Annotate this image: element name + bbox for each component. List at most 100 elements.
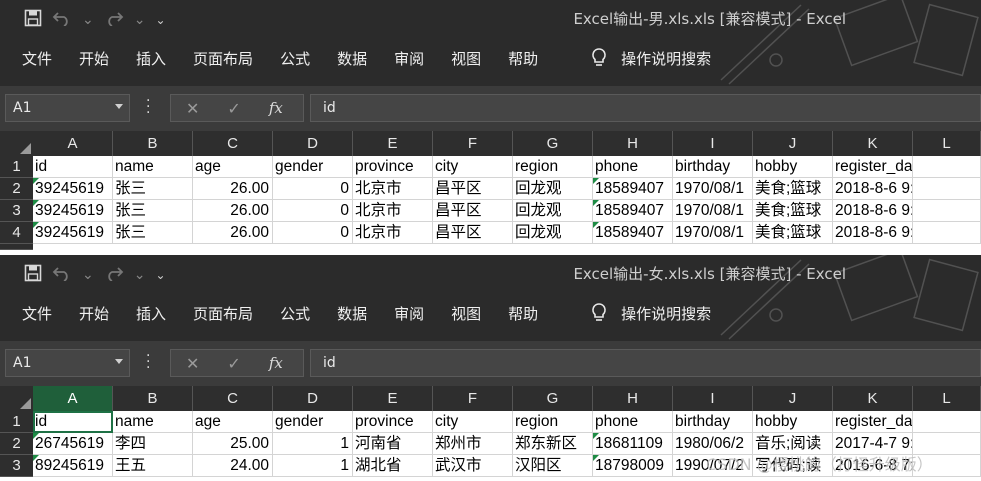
column-header-G[interactable]: G xyxy=(513,386,593,411)
table-cell[interactable]: 89245619 xyxy=(33,455,113,477)
column-header-E[interactable]: E xyxy=(353,386,433,411)
table-cell[interactable]: 0 xyxy=(273,200,353,222)
table-cell[interactable]: 张三 xyxy=(113,178,193,200)
tell-me-search[interactable]: 操作说明搜索 xyxy=(569,48,711,69)
table-cell[interactable]: birthday xyxy=(673,411,753,433)
column-header-K[interactable]: K xyxy=(833,386,913,411)
column-header-G[interactable]: G xyxy=(513,131,593,156)
table-cell[interactable]: 李四 xyxy=(113,433,193,455)
table-cell[interactable]: age xyxy=(193,156,273,178)
column-header-C[interactable]: C xyxy=(193,131,273,156)
row-header[interactable]: 2 xyxy=(0,433,33,455)
table-cell[interactable]: 1 xyxy=(273,433,353,455)
more-options-icon[interactable]: · · · xyxy=(146,94,150,120)
save-icon[interactable] xyxy=(24,9,42,31)
table-cell[interactable]: phone xyxy=(593,411,673,433)
table-cell[interactable]: city xyxy=(433,411,513,433)
table-cell[interactable]: phone xyxy=(593,156,673,178)
table-cell[interactable]: 昌平区 xyxy=(433,200,513,222)
tab-7[interactable]: 视图 xyxy=(451,48,481,69)
table-cell[interactable]: register_date xyxy=(833,156,913,178)
table-cell[interactable]: 2018-8-6 9:44 xyxy=(833,222,913,244)
tab-8[interactable]: 帮助 xyxy=(508,48,538,69)
row-header[interactable]: 3 xyxy=(0,200,33,222)
table-cell[interactable]: 18681109 xyxy=(593,433,673,455)
undo-icon[interactable] xyxy=(52,10,72,30)
table-cell[interactable]: 美食;篮球 xyxy=(753,222,833,244)
table-cell[interactable]: 0 xyxy=(273,178,353,200)
table-cell[interactable]: hobby xyxy=(753,411,833,433)
table-cell[interactable]: 39245619 xyxy=(33,222,113,244)
chevron-down-icon[interactable] xyxy=(115,104,123,109)
tab-2[interactable]: 插入 xyxy=(136,48,166,69)
table-cell[interactable]: 美食;篮球 xyxy=(753,200,833,222)
table-cell[interactable] xyxy=(913,200,981,222)
enter-check-icon[interactable]: ✓ xyxy=(227,354,240,373)
tab-6[interactable]: 审阅 xyxy=(394,48,424,69)
cancel-icon[interactable]: ✕ xyxy=(186,99,199,118)
table-cell[interactable]: 王五 xyxy=(113,455,193,477)
table-cell[interactable]: 张三 xyxy=(113,200,193,222)
table-cell[interactable]: 昌平区 xyxy=(433,178,513,200)
table-cell[interactable] xyxy=(913,156,981,178)
table-cell[interactable]: 1970/08/1 xyxy=(673,200,753,222)
tab-4[interactable]: 公式 xyxy=(280,303,310,324)
column-header-H[interactable]: H xyxy=(593,386,673,411)
select-all-button[interactable] xyxy=(0,131,33,156)
tab-4[interactable]: 公式 xyxy=(280,48,310,69)
table-cell[interactable]: 26.00 xyxy=(193,178,273,200)
tab-5[interactable]: 数据 xyxy=(337,303,367,324)
tab-1[interactable]: 开始 xyxy=(79,48,109,69)
chevron-down-icon[interactable]: ⌄ xyxy=(134,12,146,28)
column-header-B[interactable]: B xyxy=(113,386,193,411)
table-cell[interactable]: 郑东新区 xyxy=(513,433,593,455)
table-cell[interactable]: gender xyxy=(273,411,353,433)
table-cell[interactable]: hobby xyxy=(753,156,833,178)
table-cell[interactable]: 0 xyxy=(273,222,353,244)
column-header-F[interactable]: F xyxy=(433,386,513,411)
column-header-C[interactable]: C xyxy=(193,386,273,411)
table-cell[interactable]: 郑州市 xyxy=(433,433,513,455)
column-header-E[interactable]: E xyxy=(353,131,433,156)
table-cell[interactable]: province xyxy=(353,411,433,433)
row-header[interactable]: 4 xyxy=(0,222,33,244)
table-cell[interactable]: 北京市 xyxy=(353,222,433,244)
tab-6[interactable]: 审阅 xyxy=(394,303,424,324)
column-header-J[interactable]: J xyxy=(753,386,833,411)
formula-input[interactable]: id xyxy=(310,349,981,377)
cancel-icon[interactable]: ✕ xyxy=(186,354,199,373)
redo-icon[interactable] xyxy=(104,10,124,30)
tab-0[interactable]: 文件 xyxy=(22,303,52,324)
select-all-button[interactable] xyxy=(0,386,33,411)
table-cell[interactable]: 18589407 xyxy=(593,178,673,200)
tab-2[interactable]: 插入 xyxy=(136,303,166,324)
table-cell[interactable]: 1970/08/1 xyxy=(673,222,753,244)
column-header-A[interactable]: A xyxy=(33,386,113,411)
column-header-L[interactable]: L xyxy=(913,386,981,411)
column-header-J[interactable]: J xyxy=(753,131,833,156)
table-cell[interactable]: 回龙观 xyxy=(513,200,593,222)
table-cell[interactable]: 2018-8-6 9:44 xyxy=(833,200,913,222)
column-header-D[interactable]: D xyxy=(273,386,353,411)
table-cell[interactable]: 河南省 xyxy=(353,433,433,455)
table-cell[interactable]: region xyxy=(513,156,593,178)
tab-0[interactable]: 文件 xyxy=(22,48,52,69)
table-cell[interactable]: city xyxy=(433,156,513,178)
table-cell[interactable] xyxy=(913,178,981,200)
table-cell[interactable]: register_date xyxy=(833,411,913,433)
column-header-K[interactable]: K xyxy=(833,131,913,156)
table-cell[interactable]: 18589407 xyxy=(593,200,673,222)
name-box[interactable]: A1 xyxy=(5,349,130,377)
table-cell[interactable]: age xyxy=(193,411,273,433)
column-header-B[interactable]: B xyxy=(113,131,193,156)
more-options-icon[interactable]: · · · xyxy=(146,349,150,375)
table-cell[interactable]: 湖北省 xyxy=(353,455,433,477)
tab-1[interactable]: 开始 xyxy=(79,303,109,324)
tab-8[interactable]: 帮助 xyxy=(508,303,538,324)
insert-function-icon[interactable]: fx xyxy=(269,99,283,117)
enter-check-icon[interactable]: ✓ xyxy=(227,99,240,118)
column-header-L[interactable]: L xyxy=(913,131,981,156)
chevron-down-icon[interactable]: ⌄ xyxy=(82,12,94,28)
table-cell[interactable]: 昌平区 xyxy=(433,222,513,244)
table-cell[interactable]: 武汉市 xyxy=(433,455,513,477)
